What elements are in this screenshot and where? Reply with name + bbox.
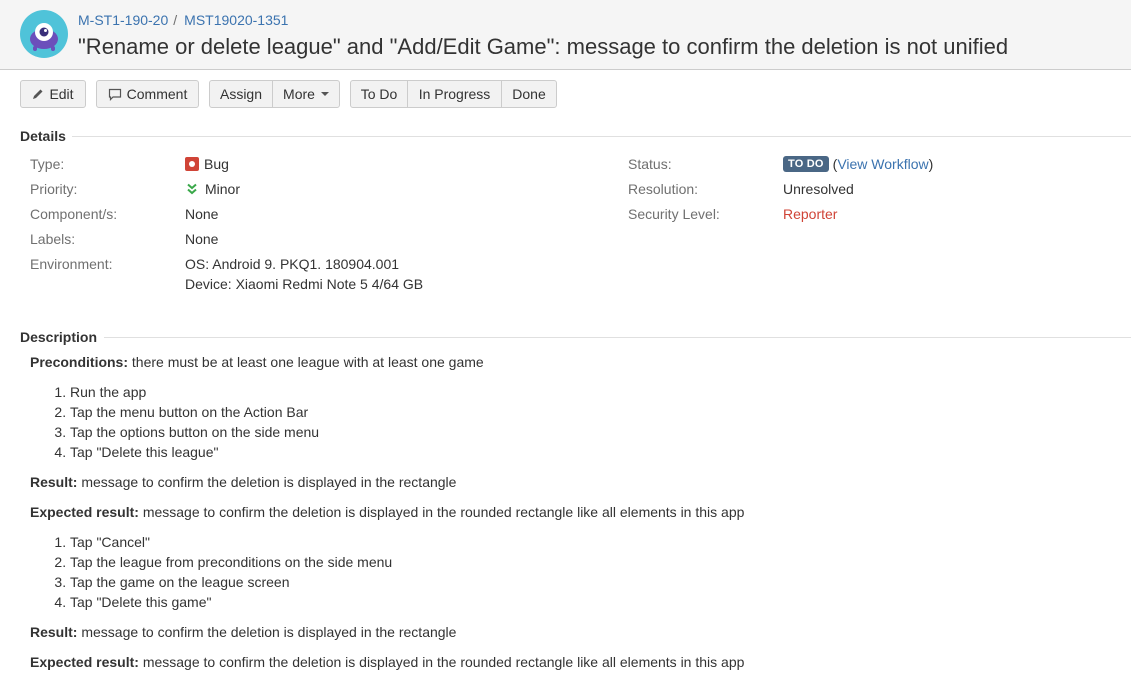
view-workflow-link[interactable]: View Workflow [837,156,928,172]
done-button-label: Done [512,86,546,102]
list-item: Tap the game on the league screen [70,572,392,592]
result-text: message to confirm the deletion is displ… [77,624,457,640]
status-badge: TO DO [783,156,829,172]
list-item: Tap the league from preconditions on the… [70,552,392,572]
assign-button[interactable]: Assign [209,80,273,108]
priority-value: Minor [185,181,240,197]
workflow-close-paren: ) [928,156,934,172]
priority-minor-icon [185,182,199,196]
comment-button[interactable]: Comment [96,80,199,108]
type-value: Bug [185,156,229,172]
environment-label: Environment: [30,256,113,272]
type-label: Type: [30,156,65,172]
expected-result-text: message to confirm the deletion is displ… [138,504,745,520]
list-item: Tap "Cancel" [70,532,392,552]
preconditions-line: Preconditions: there must be at least on… [30,354,484,370]
components-label: Component/s: [30,206,118,222]
environment-value-os: OS: Android 9. PKQ1. 180904.001 [185,256,400,272]
in-progress-button-label: In Progress [418,86,491,102]
details-heading[interactable]: Details [20,128,66,144]
more-button[interactable]: More [272,80,340,108]
expected-result-label: Expected result: [30,654,139,670]
list-item: Tap the options button on the side menu [70,422,319,442]
list-item: Tap "Delete this game" [70,592,392,612]
expected-result-line-2: Expected result: message to confirm the … [30,654,744,670]
status-label: Status: [628,156,672,172]
todo-button-label: To Do [360,86,398,102]
in-progress-button[interactable]: In Progress [407,80,502,108]
list-item: Run the app [70,382,319,402]
pencil-icon [32,88,44,100]
expected-result-line-1: Expected result: message to confirm the … [30,504,744,520]
result-line-1: Result: message to confirm the deletion … [30,474,456,490]
security-level-label: Security Level: [628,206,720,222]
done-button[interactable]: Done [501,80,557,108]
comment-button-label: Comment [126,86,188,102]
breadcrumb-project-link[interactable]: M-ST1-190-20 [78,12,168,28]
environment-value-device: Device: Xiaomi Redmi Note 5 4/64 GB [185,276,424,292]
resolution-label: Resolution: [628,181,699,197]
security-level-value: Reporter [783,206,838,222]
components-value: None [185,206,219,222]
labels-value: None [185,231,219,247]
preconditions-text: there must be at least one league with a… [128,354,484,370]
todo-button[interactable]: To Do [350,80,408,108]
issue-summary-title[interactable]: "Rename or delete league" and "Add/Edit … [78,34,1008,60]
result-label: Result: [30,474,78,490]
chevron-down-icon [320,92,329,96]
assign-button-label: Assign [219,86,263,102]
description-divider [104,337,1131,338]
comment-icon [108,88,122,101]
list-item: Tap "Delete this league" [70,442,319,462]
resolution-value: Unresolved [783,181,854,197]
status-value: TO DO (View Workflow) [783,156,933,172]
breadcrumb-separator: / [173,12,178,28]
result-text: message to confirm the deletion is displ… [77,474,457,490]
project-avatar-monster-icon[interactable] [20,10,68,58]
breadcrumb: M-ST1-190-20 / MST19020-1351 [78,12,288,28]
priority-label: Priority: [30,181,78,197]
edit-button[interactable]: Edit [20,80,86,108]
bug-icon [185,157,199,171]
expected-result-text: message to confirm the deletion is displ… [138,654,745,670]
type-value-text: Bug [204,156,229,172]
result-label: Result: [30,624,78,640]
priority-value-text: Minor [205,181,241,197]
steps-list-1: Run the app Tap the menu button on the A… [30,382,319,462]
expected-result-label: Expected result: [30,504,139,520]
edit-button-label: Edit [49,86,74,102]
description-heading[interactable]: Description [20,329,97,345]
issue-header: M-ST1-190-20 / MST19020-1351 "Rename or de… [0,0,1131,70]
details-divider [72,136,1131,137]
preconditions-label: Preconditions: [30,354,129,370]
list-item: Tap the menu button on the Action Bar [70,402,319,422]
more-button-label: More [283,86,315,102]
breadcrumb-issue-key-link[interactable]: MST19020-1351 [184,12,288,28]
result-line-2: Result: message to confirm the deletion … [30,624,456,640]
labels-label: Labels: [30,231,76,247]
steps-list-2: Tap "Cancel" Tap the league from precond… [30,532,392,612]
